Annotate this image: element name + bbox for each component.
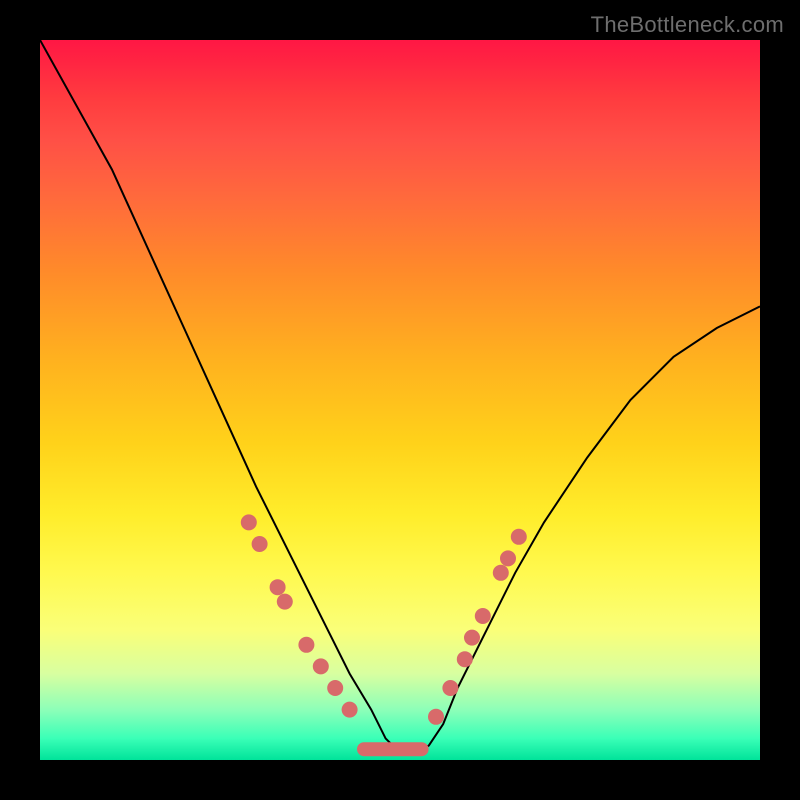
bottleneck-curve [40, 40, 760, 753]
marker-dot-right [493, 565, 509, 581]
marker-dot-left [342, 702, 358, 718]
marker-dot-right [511, 529, 527, 545]
markers-layer [241, 514, 527, 749]
marker-dot-left [270, 579, 286, 595]
watermark-text: TheBottleneck.com [591, 12, 784, 38]
marker-dot-right [464, 630, 480, 646]
marker-dot-left [241, 514, 257, 530]
marker-dot-left [277, 594, 293, 610]
marker-dot-right [442, 680, 458, 696]
chart-frame: TheBottleneck.com [0, 0, 800, 800]
marker-dot-left [298, 637, 314, 653]
marker-dot-right [500, 550, 516, 566]
marker-dot-right [475, 608, 491, 624]
curve-layer [40, 40, 760, 753]
marker-dot-right [428, 709, 444, 725]
plot-area [40, 40, 760, 760]
marker-dot-left [327, 680, 343, 696]
marker-dot-right [457, 651, 473, 667]
marker-dot-left [313, 658, 329, 674]
chart-svg [40, 40, 760, 760]
marker-dot-left [252, 536, 268, 552]
